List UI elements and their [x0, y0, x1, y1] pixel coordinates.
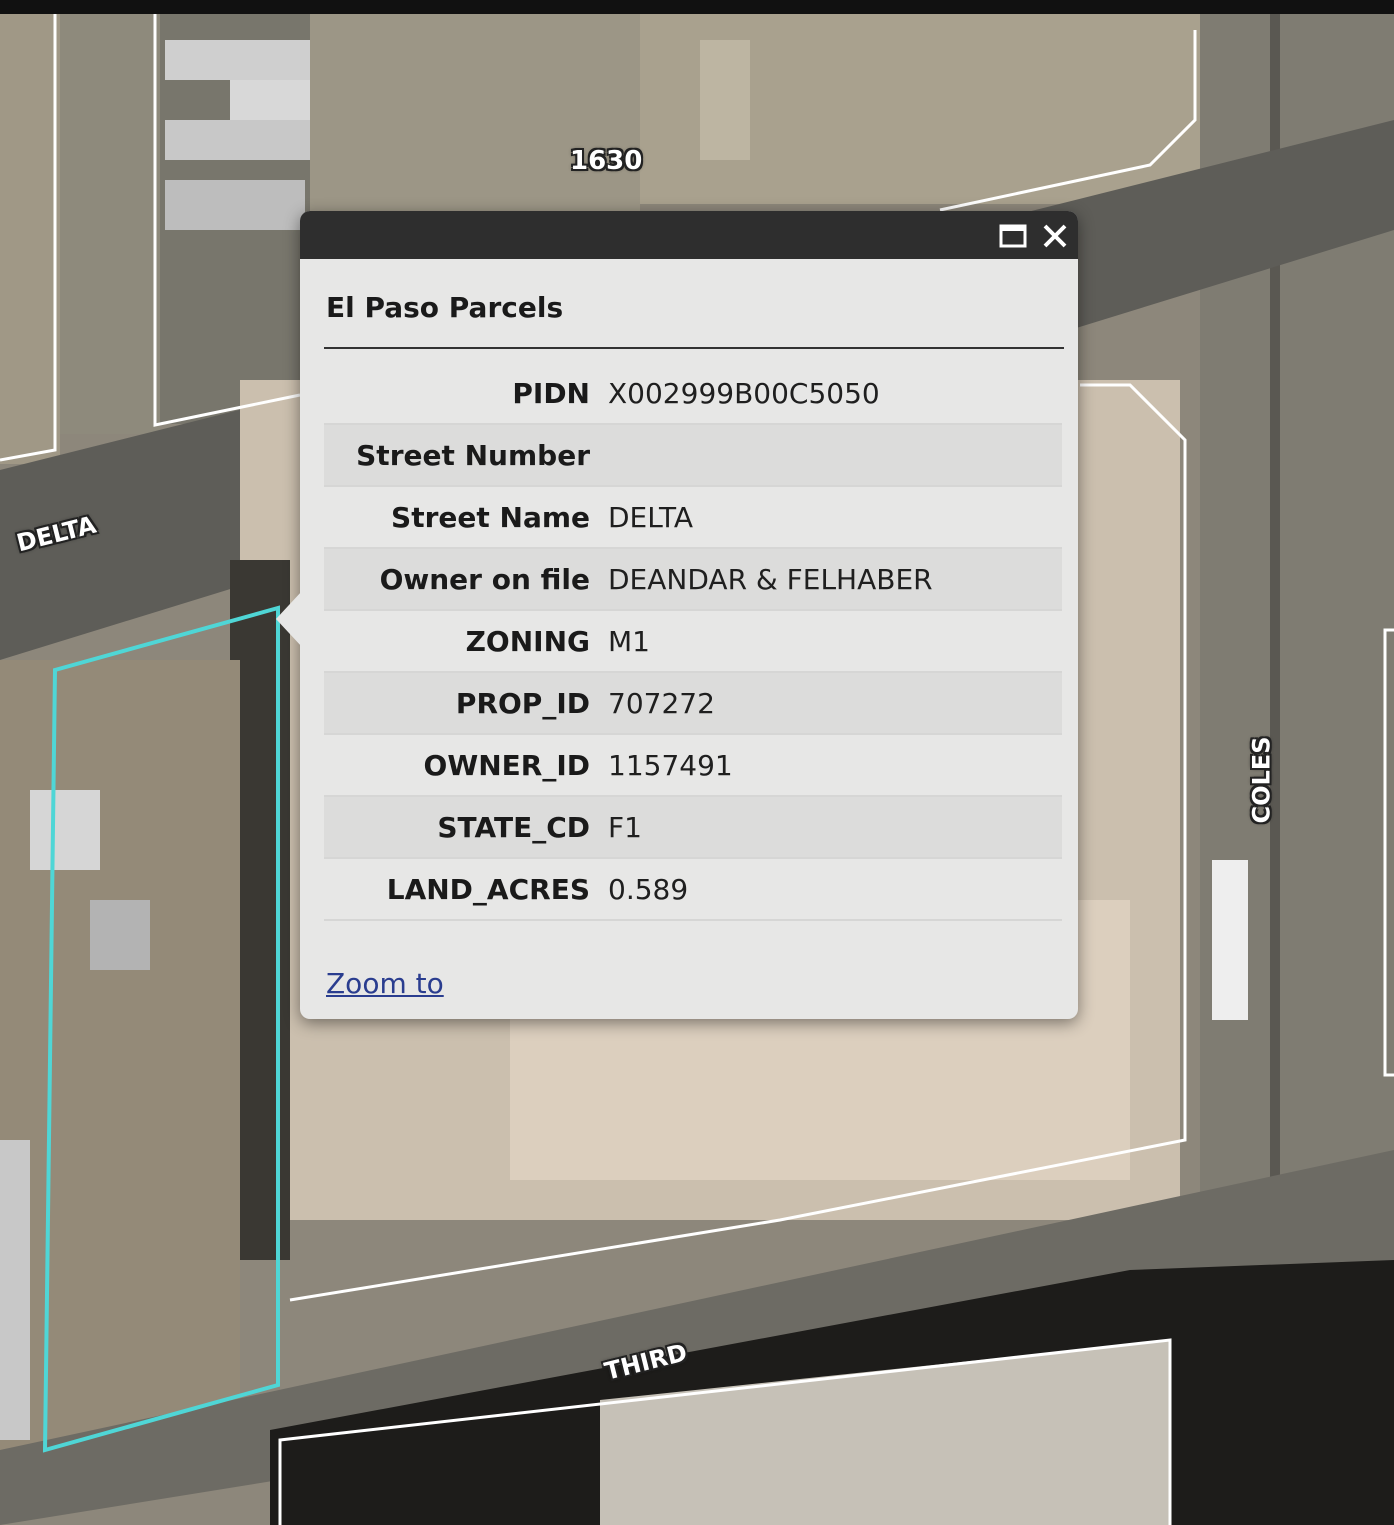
attribute-value: DEANDAR & FELHABER	[608, 562, 933, 596]
parcel-info-popup: El Paso Parcels PIDN X002999B00C5050 Str…	[276, 211, 1078, 1019]
screen-edge	[0, 0, 1394, 14]
attribute-row-land-acres: LAND_ACRES 0.589	[324, 859, 1062, 921]
lot-detail	[700, 40, 750, 160]
attribute-row-owner-id: OWNER_ID 1157491	[324, 735, 1062, 797]
attribute-key: LAND_ACRES	[386, 872, 590, 906]
shed	[90, 900, 150, 970]
attribute-value: M1	[608, 624, 650, 658]
shed	[30, 790, 100, 870]
attribute-row-street-number: Street Number	[324, 425, 1062, 487]
trailer	[165, 40, 325, 80]
lot	[0, 660, 240, 1480]
attribute-row-street-name: Street Name DELTA	[324, 487, 1062, 549]
attribute-table: PIDN X002999B00C5050 Street Number Stree…	[324, 363, 1062, 921]
attribute-row-pidn: PIDN X002999B00C5050	[324, 363, 1062, 425]
close-button[interactable]	[1040, 221, 1070, 251]
attribute-key: OWNER_ID	[423, 748, 590, 782]
attribute-key: Street Number	[356, 438, 590, 472]
attribute-row-zoning: ZONING M1	[324, 611, 1062, 673]
attribute-key: Street Name	[391, 500, 590, 534]
lot	[0, 14, 60, 464]
attribute-value: F1	[608, 810, 642, 844]
lot	[310, 14, 640, 214]
highway-label: 1630	[570, 146, 643, 176]
attribute-value: 0.589	[608, 872, 689, 906]
maximize-button[interactable]	[998, 221, 1028, 251]
attribute-row-prop-id: PROP_ID 707272	[324, 673, 1062, 735]
attribute-key: PROP_ID	[455, 686, 590, 720]
attribute-value: DELTA	[608, 500, 694, 534]
attribute-value: X002999B00C5050	[608, 376, 880, 410]
truck	[1212, 860, 1248, 1020]
trailer	[165, 120, 315, 160]
attribute-row-state-cd: STATE_CD F1	[324, 797, 1062, 859]
lot	[60, 14, 160, 434]
trailer	[165, 180, 305, 230]
zoom-to-link[interactable]: Zoom to	[326, 967, 444, 1000]
title-divider	[324, 347, 1064, 349]
attribute-key: Owner on file	[379, 562, 590, 596]
attribute-key: ZONING	[465, 624, 590, 658]
popup-title: El Paso Parcels	[326, 291, 564, 324]
attribute-row-owner: Owner on file DEANDAR & FELHABER	[324, 549, 1062, 611]
popup-pointer	[276, 591, 302, 647]
maximize-icon	[999, 224, 1027, 248]
attribute-key: PIDN	[512, 376, 590, 410]
close-icon	[1043, 224, 1067, 248]
attribute-value: 707272	[608, 686, 715, 720]
street-label-coles: COLES	[1247, 736, 1276, 824]
popup-header	[300, 211, 1078, 259]
attribute-key: STATE_CD	[437, 810, 590, 844]
shed	[0, 1140, 30, 1440]
attribute-value: 1157491	[608, 748, 733, 782]
